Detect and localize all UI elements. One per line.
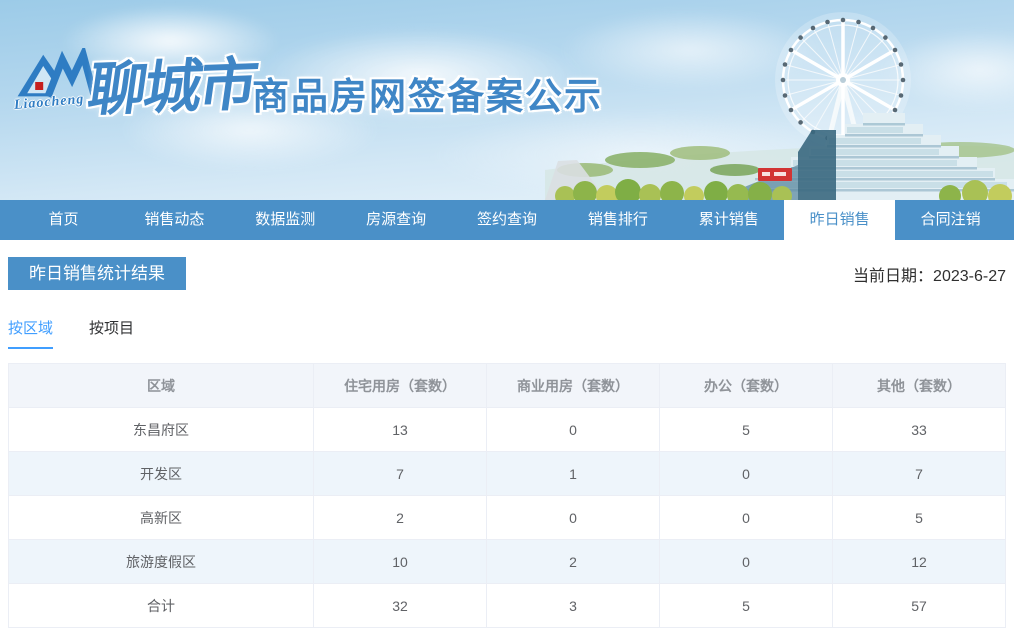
cell-region: 开发区 — [9, 452, 314, 496]
cell-region: 东昌府区 — [9, 408, 314, 452]
table-row: 高新区 2 0 0 5 — [9, 496, 1006, 540]
page: Liaocheng 聊城市 商品房网签备案公示 首页 销售动态 数据监测 房源查… — [0, 0, 1014, 628]
cell-value: 32 — [314, 584, 487, 628]
cell-value: 10 — [314, 540, 487, 584]
col-header-residential: 住宅用房（套数） — [314, 364, 487, 408]
cell-value: 0 — [660, 452, 833, 496]
nav-item-sales-ranking[interactable]: 销售排行 — [562, 200, 673, 240]
nav-item-contract-query[interactable]: 签约查询 — [452, 200, 563, 240]
cell-value: 33 — [832, 408, 1005, 452]
tab-by-project[interactable]: 按项目 — [89, 317, 134, 349]
cell-value: 12 — [832, 540, 1005, 584]
cell-region: 旅游度假区 — [9, 540, 314, 584]
nav-item-sales-activity[interactable]: 销售动态 — [119, 200, 230, 240]
cell-value: 0 — [660, 540, 833, 584]
cell-value: 7 — [832, 452, 1005, 496]
cell-value: 13 — [314, 408, 487, 452]
cell-value: 0 — [487, 408, 660, 452]
page-title: 昨日销售统计结果 — [8, 257, 186, 290]
nav-item-housing-query[interactable]: 房源查询 — [341, 200, 452, 240]
cell-value: 7 — [314, 452, 487, 496]
site-title: 商品房网签备案公示 — [252, 66, 603, 120]
nav-menu: 首页 销售动态 数据监测 房源查询 签约查询 销售排行 累计销售 昨日销售 合同… — [8, 200, 1006, 240]
table-row-total: 合计 32 3 5 57 — [9, 584, 1006, 628]
view-tabs: 按区域 按项目 — [8, 317, 1006, 349]
col-header-other: 其他（套数） — [832, 364, 1005, 408]
cell-value: 57 — [832, 584, 1005, 628]
nav-item-data-monitor[interactable]: 数据监测 — [230, 200, 341, 240]
cell-region: 高新区 — [9, 496, 314, 540]
tab-by-region[interactable]: 按区域 — [8, 317, 53, 349]
cell-value: 3 — [487, 584, 660, 628]
nav-item-yesterday-sales[interactable]: 昨日销售 — [784, 200, 895, 240]
liaocheng-logo-icon — [16, 48, 96, 100]
cell-value: 5 — [660, 408, 833, 452]
table-header-row: 区域 住宅用房（套数） 商业用房（套数） 办公（套数） 其他（套数） — [9, 364, 1006, 408]
table-row: 东昌府区 13 0 5 33 — [9, 408, 1006, 452]
cell-value: 5 — [660, 584, 833, 628]
stats-table: 区域 住宅用房（套数） 商业用房（套数） 办公（套数） 其他（套数） 东昌府区 … — [8, 363, 1006, 628]
main-content: 昨日销售统计结果 当前日期：2023-6-27 按区域 按项目 区域 住宅用房（… — [8, 257, 1006, 628]
col-header-commercial: 商业用房（套数） — [487, 364, 660, 408]
col-header-region: 区域 — [9, 364, 314, 408]
cell-value: 0 — [487, 496, 660, 540]
city-name-calligraphy: 聊城市 — [84, 37, 262, 127]
site-header: Liaocheng 聊城市 商品房网签备案公示 — [0, 0, 1014, 200]
table-row: 旅游度假区 10 2 0 12 — [9, 540, 1006, 584]
cell-value: 2 — [487, 540, 660, 584]
col-header-office: 办公（套数） — [660, 364, 833, 408]
cell-value: 0 — [660, 496, 833, 540]
nav-item-home[interactable]: 首页 — [8, 200, 119, 240]
table-row: 开发区 7 1 0 7 — [9, 452, 1006, 496]
title-row: 昨日销售统计结果 当前日期：2023-6-27 — [8, 257, 1006, 290]
current-date-label: 当前日期： — [853, 268, 933, 285]
main-nav: 首页 销售动态 数据监测 房源查询 签约查询 销售排行 累计销售 昨日销售 合同… — [0, 200, 1014, 240]
brand: Liaocheng 聊城市 商品房网签备案公示 — [0, 0, 1014, 200]
nav-item-cumulative-sales[interactable]: 累计销售 — [673, 200, 784, 240]
current-date-value: 2023-6-27 — [933, 268, 1006, 285]
cell-region: 合计 — [9, 584, 314, 628]
current-date: 当前日期：2023-6-27 — [853, 262, 1006, 286]
cell-value: 2 — [314, 496, 487, 540]
nav-item-contract-cancellation[interactable]: 合同注销 — [895, 200, 1006, 240]
cell-value: 1 — [487, 452, 660, 496]
cell-value: 5 — [832, 496, 1005, 540]
